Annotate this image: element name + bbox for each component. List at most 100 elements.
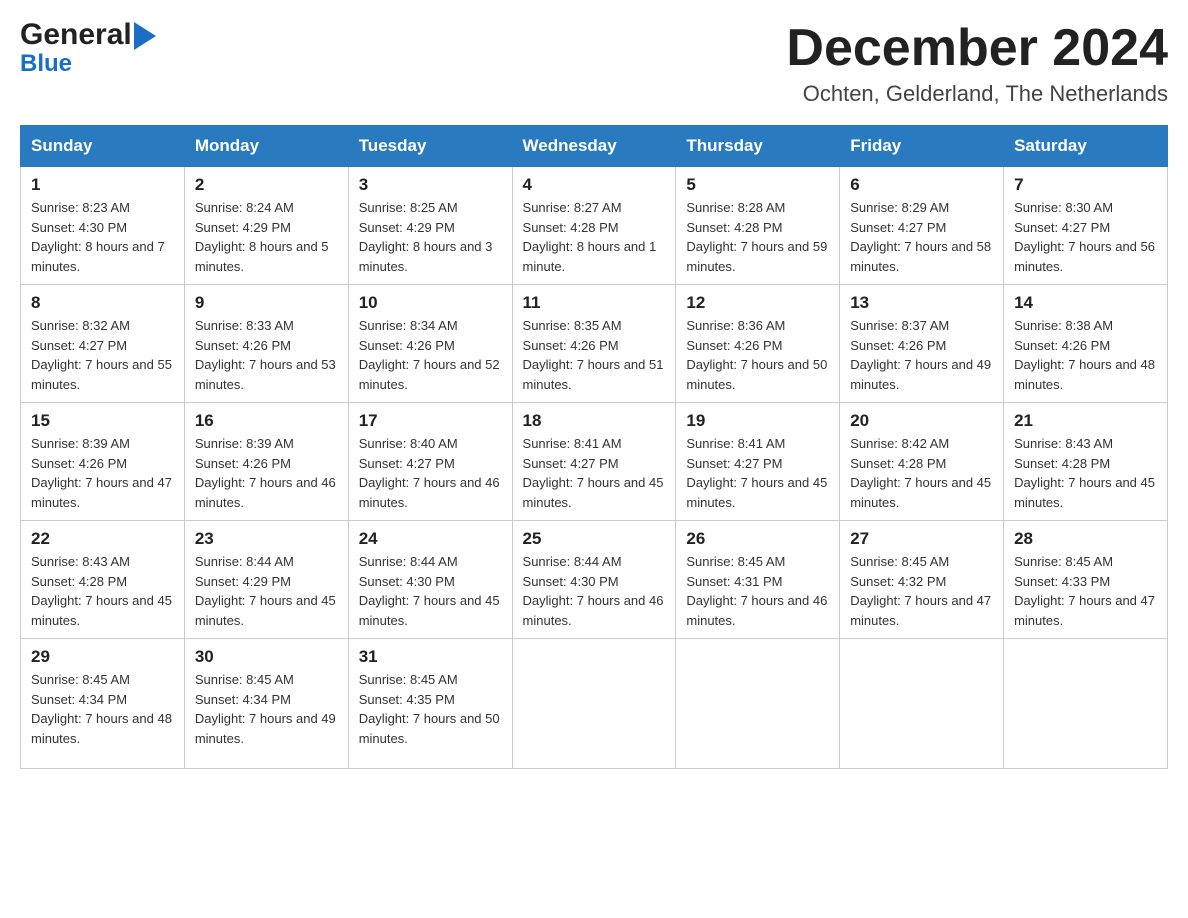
calendar-cell: 3 Sunrise: 8:25 AMSunset: 4:29 PMDaylight… [348, 167, 512, 285]
day-info: Sunrise: 8:28 AMSunset: 4:28 PMDaylight:… [686, 198, 829, 276]
day-number: 5 [686, 175, 829, 195]
day-info: Sunrise: 8:40 AMSunset: 4:27 PMDaylight:… [359, 434, 502, 512]
day-number: 23 [195, 529, 338, 549]
day-number: 31 [359, 647, 502, 667]
day-info: Sunrise: 8:38 AMSunset: 4:26 PMDaylight:… [1014, 316, 1157, 394]
day-info: Sunrise: 8:45 AMSunset: 4:32 PMDaylight:… [850, 552, 993, 630]
day-info: Sunrise: 8:39 AMSunset: 4:26 PMDaylight:… [31, 434, 174, 512]
calendar-cell: 29 Sunrise: 8:45 AMSunset: 4:34 PMDayligh… [21, 639, 185, 769]
calendar-cell: 22Sunrise: 8:43 AMSunset: 4:28 PMDayligh… [21, 521, 185, 639]
calendar-cell: 12 Sunrise: 8:36 AMSunset: 4:26 PMDayligh… [676, 285, 840, 403]
day-number: 30 [195, 647, 338, 667]
page-header: General Blue December 2024 Ochten, Gelde… [20, 20, 1168, 107]
day-info: Sunrise: 8:45 AMSunset: 4:34 PMDaylight:… [195, 670, 338, 748]
calendar-cell: 25Sunrise: 8:44 AMSunset: 4:30 PMDayligh… [512, 521, 676, 639]
day-number: 10 [359, 293, 502, 313]
calendar-cell: 23 Sunrise: 8:44 AMSunset: 4:29 PMDayligh… [184, 521, 348, 639]
day-info: Sunrise: 8:29 AMSunset: 4:27 PMDaylight:… [850, 198, 993, 276]
header-sunday: Sunday [21, 126, 185, 167]
logo-arrow-icon [134, 22, 156, 50]
calendar-cell: 26 Sunrise: 8:45 AMSunset: 4:31 PMDayligh… [676, 521, 840, 639]
day-info: Sunrise: 8:42 AMSunset: 4:28 PMDaylight:… [850, 434, 993, 512]
calendar-cell: 11 Sunrise: 8:35 AMSunset: 4:26 PMDayligh… [512, 285, 676, 403]
day-number: 1 [31, 175, 174, 195]
calendar-header-row: SundayMondayTuesdayWednesdayThursdayFrid… [21, 126, 1168, 167]
header-saturday: Saturday [1004, 126, 1168, 167]
day-number: 13 [850, 293, 993, 313]
day-number: 4 [523, 175, 666, 195]
calendar-cell: 30 Sunrise: 8:45 AMSunset: 4:34 PMDayligh… [184, 639, 348, 769]
day-number: 3 [359, 175, 502, 195]
day-number: 2 [195, 175, 338, 195]
day-info: Sunrise: 8:44 AMSunset: 4:30 PMDaylight:… [523, 552, 666, 630]
day-number: 11 [523, 293, 666, 313]
day-info: Sunrise: 8:36 AMSunset: 4:26 PMDaylight:… [686, 316, 829, 394]
calendar-week-row: 22Sunrise: 8:43 AMSunset: 4:28 PMDayligh… [21, 521, 1168, 639]
day-number: 29 [31, 647, 174, 667]
day-info: Sunrise: 8:35 AMSunset: 4:26 PMDaylight:… [523, 316, 666, 394]
calendar-cell: 4 Sunrise: 8:27 AMSunset: 4:28 PMDaylight… [512, 167, 676, 285]
day-number: 26 [686, 529, 829, 549]
day-number: 9 [195, 293, 338, 313]
day-info: Sunrise: 8:43 AMSunset: 4:28 PMDaylight:… [31, 552, 174, 630]
calendar-cell: 1 Sunrise: 8:23 AMSunset: 4:30 PMDaylight… [21, 167, 185, 285]
calendar-cell: 15 Sunrise: 8:39 AMSunset: 4:26 PMDayligh… [21, 403, 185, 521]
calendar-cell: 5 Sunrise: 8:28 AMSunset: 4:28 PMDaylight… [676, 167, 840, 285]
calendar-cell: 16Sunrise: 8:39 AMSunset: 4:26 PMDayligh… [184, 403, 348, 521]
calendar-cell: 31 Sunrise: 8:45 AMSunset: 4:35 PMDayligh… [348, 639, 512, 769]
calendar-cell: 20 Sunrise: 8:42 AMSunset: 4:28 PMDayligh… [840, 403, 1004, 521]
calendar-cell [840, 639, 1004, 769]
day-info: Sunrise: 8:27 AMSunset: 4:28 PMDaylight:… [523, 198, 666, 276]
calendar-cell [1004, 639, 1168, 769]
header-thursday: Thursday [676, 126, 840, 167]
calendar-cell: 17 Sunrise: 8:40 AMSunset: 4:27 PMDayligh… [348, 403, 512, 521]
calendar-cell [676, 639, 840, 769]
calendar-cell: 27Sunrise: 8:45 AMSunset: 4:32 PMDayligh… [840, 521, 1004, 639]
day-info: Sunrise: 8:44 AMSunset: 4:30 PMDaylight:… [359, 552, 502, 630]
calendar-cell [512, 639, 676, 769]
calendar-week-row: 1 Sunrise: 8:23 AMSunset: 4:30 PMDaylight… [21, 167, 1168, 285]
calendar-cell: 8Sunrise: 8:32 AMSunset: 4:27 PMDaylight… [21, 285, 185, 403]
day-number: 12 [686, 293, 829, 313]
day-info: Sunrise: 8:41 AMSunset: 4:27 PMDaylight:… [686, 434, 829, 512]
day-number: 20 [850, 411, 993, 431]
header-friday: Friday [840, 126, 1004, 167]
day-number: 21 [1014, 411, 1157, 431]
calendar-week-row: 8Sunrise: 8:32 AMSunset: 4:27 PMDaylight… [21, 285, 1168, 403]
day-number: 15 [31, 411, 174, 431]
calendar-week-row: 29 Sunrise: 8:45 AMSunset: 4:34 PMDayligh… [21, 639, 1168, 769]
day-info: Sunrise: 8:25 AMSunset: 4:29 PMDaylight:… [359, 198, 502, 276]
day-info: Sunrise: 8:32 AMSunset: 4:27 PMDaylight:… [31, 316, 174, 394]
day-info: Sunrise: 8:34 AMSunset: 4:26 PMDaylight:… [359, 316, 502, 394]
day-number: 17 [359, 411, 502, 431]
calendar-cell: 24Sunrise: 8:44 AMSunset: 4:30 PMDayligh… [348, 521, 512, 639]
day-info: Sunrise: 8:37 AMSunset: 4:26 PMDaylight:… [850, 316, 993, 394]
logo-blue-text: Blue [20, 52, 72, 76]
day-info: Sunrise: 8:23 AMSunset: 4:30 PMDaylight:… [31, 198, 174, 276]
calendar-cell: 19Sunrise: 8:41 AMSunset: 4:27 PMDayligh… [676, 403, 840, 521]
calendar-cell: 18Sunrise: 8:41 AMSunset: 4:27 PMDayligh… [512, 403, 676, 521]
day-info: Sunrise: 8:45 AMSunset: 4:31 PMDaylight:… [686, 552, 829, 630]
day-number: 7 [1014, 175, 1157, 195]
day-info: Sunrise: 8:43 AMSunset: 4:28 PMDaylight:… [1014, 434, 1157, 512]
calendar-cell: 2Sunrise: 8:24 AMSunset: 4:29 PMDaylight… [184, 167, 348, 285]
day-info: Sunrise: 8:33 AMSunset: 4:26 PMDaylight:… [195, 316, 338, 394]
day-info: Sunrise: 8:45 AMSunset: 4:34 PMDaylight:… [31, 670, 174, 748]
day-info: Sunrise: 8:44 AMSunset: 4:29 PMDaylight:… [195, 552, 338, 630]
calendar-table: SundayMondayTuesdayWednesdayThursdayFrid… [20, 125, 1168, 769]
header-wednesday: Wednesday [512, 126, 676, 167]
month-year-title: December 2024 [786, 20, 1168, 77]
calendar-cell: 13 Sunrise: 8:37 AMSunset: 4:26 PMDayligh… [840, 285, 1004, 403]
calendar-cell: 28Sunrise: 8:45 AMSunset: 4:33 PMDayligh… [1004, 521, 1168, 639]
calendar-cell: 6 Sunrise: 8:29 AMSunset: 4:27 PMDaylight… [840, 167, 1004, 285]
day-number: 6 [850, 175, 993, 195]
logo-general-text: General [20, 20, 132, 50]
day-info: Sunrise: 8:45 AMSunset: 4:33 PMDaylight:… [1014, 552, 1157, 630]
calendar-week-row: 15 Sunrise: 8:39 AMSunset: 4:26 PMDayligh… [21, 403, 1168, 521]
day-number: 16 [195, 411, 338, 431]
location-subtitle: Ochten, Gelderland, The Netherlands [786, 81, 1168, 107]
day-number: 18 [523, 411, 666, 431]
logo: General Blue [20, 20, 156, 76]
day-info: Sunrise: 8:45 AMSunset: 4:35 PMDaylight:… [359, 670, 502, 748]
day-number: 14 [1014, 293, 1157, 313]
